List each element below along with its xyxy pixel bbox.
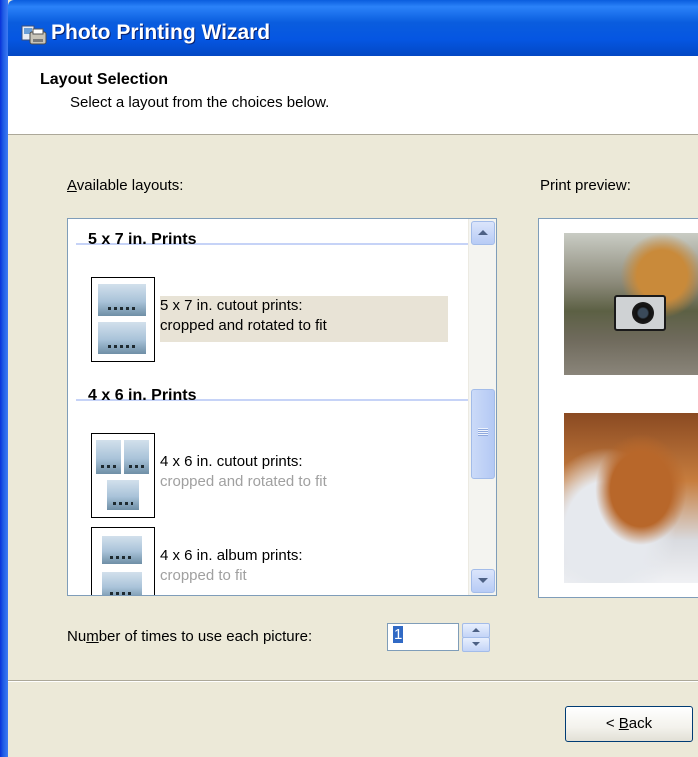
back-button[interactable]: < Back (565, 706, 693, 742)
layout-item-description: cropped to fit (160, 567, 247, 584)
layout-item-4x6-cutout[interactable]: 4 x 6 in. cutout prints: cropped and rot… (88, 433, 448, 518)
page-subtitle: Select a layout from the choices below. (70, 94, 330, 111)
copies-label-pre: Nu (67, 628, 87, 645)
layout-thumbnail-5x7-cutout (91, 277, 155, 362)
copies-label-post: ber of times to use each picture: (98, 628, 313, 645)
available-layouts-label-text: vailable layouts: (76, 177, 184, 194)
copies-input[interactable]: 1 (387, 623, 459, 651)
layout-list[interactable]: 5 x 7 in. Prints 5 x 7 in. cutout prints… (67, 218, 497, 596)
available-layouts-mnemonic: A (67, 177, 77, 194)
layout-item-title: 4 x 6 in. album prints: (160, 547, 303, 564)
scroll-down-button[interactable] (471, 569, 495, 593)
copies-value: 1 (393, 626, 404, 643)
back-button-label: ack (628, 715, 653, 732)
scroll-up-button[interactable] (471, 221, 495, 245)
copies-decrement-button[interactable] (462, 637, 490, 652)
back-button-prefix: < (605, 715, 619, 732)
back-button-mnemonic: B (618, 715, 629, 732)
layout-item-text: 5 x 7 in. cutout prints: cropped and rot… (160, 296, 448, 342)
layout-item-description: cropped and rotated to fit (160, 317, 327, 334)
layout-item-description: cropped and rotated to fit (160, 473, 327, 490)
group-title-4x6: 4 x 6 in. Prints (88, 387, 197, 404)
copies-stepper[interactable] (462, 623, 490, 652)
layout-thumbnail-4x6-album (91, 527, 155, 595)
preview-photo-camera (564, 233, 698, 375)
page-title: Layout Selection (40, 71, 169, 88)
copies-label: Number of times to use each picture: (67, 628, 312, 645)
layout-item-text: 4 x 6 in. cutout prints: cropped and rot… (160, 452, 448, 498)
group-header-4x6: 4 x 6 in. Prints (76, 375, 478, 404)
layout-item-5x7-cutout[interactable]: 5 x 7 in. cutout prints: cropped and rot… (88, 277, 448, 362)
group-title-5x7: 5 x 7 in. Prints (88, 231, 197, 248)
footer-separator (8, 680, 698, 682)
group-header-5x7: 5 x 7 in. Prints (76, 219, 478, 248)
wizard-header: Layout Selection Select a layout from th… (8, 56, 698, 135)
copies-increment-button[interactable] (462, 623, 490, 638)
copies-label-mnemonic: m (86, 628, 99, 645)
layout-item-text: 4 x 6 in. album prints: cropped to fit (160, 546, 448, 592)
scroll-thumb[interactable] (471, 389, 495, 479)
layout-thumbnail-4x6-cutout (91, 433, 155, 518)
window-left-frame (0, 0, 8, 757)
available-layouts-label: Available layouts: (67, 177, 183, 194)
window-title: Photo Printing Wizard (51, 21, 271, 44)
preview-photo-dog (564, 413, 698, 583)
layout-item-4x6-album[interactable]: 4 x 6 in. album prints: cropped to fit (88, 527, 448, 595)
photo-printing-wizard-window: Photo Printing Wizard Layout Selection S… (0, 0, 698, 757)
title-bar[interactable]: Photo Printing Wizard (8, 0, 698, 56)
print-preview-label: Print preview: (540, 177, 631, 194)
layout-item-title: 4 x 6 in. cutout prints: (160, 453, 303, 470)
print-preview-panel (538, 218, 698, 598)
layout-list-scrollbar[interactable] (468, 219, 496, 595)
layout-item-title: 5 x 7 in. cutout prints: (160, 297, 303, 314)
printer-photo-icon (21, 25, 47, 45)
camera-image (614, 295, 666, 331)
